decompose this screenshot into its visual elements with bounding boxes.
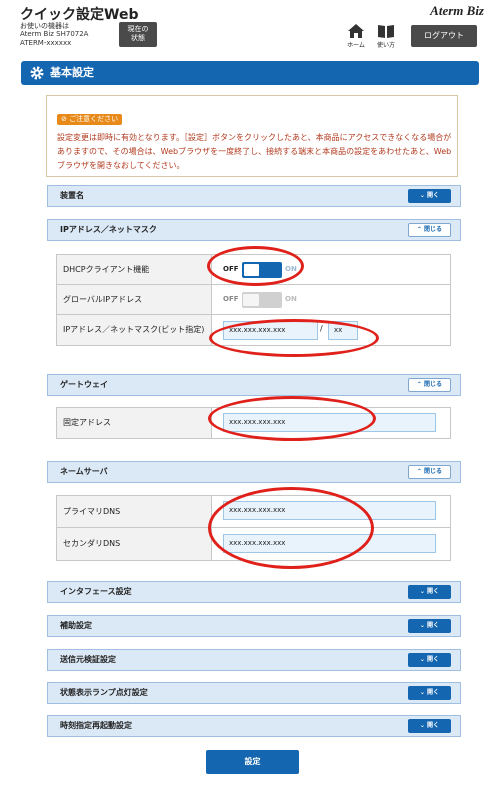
expand-button[interactable]: ⌄ 開く [408,719,451,733]
section-interface[interactable]: インタフェース設定 ⌄ 開く [47,581,461,603]
global-ip-off-label: OFF [223,295,239,303]
gear-icon [30,66,44,80]
primary-dns-row: プライマリDNS xxx.xxx.xxx.xxx [57,496,450,528]
primary-dns-label: プライマリDNS [57,496,212,527]
collapse-button[interactable]: ⌃ 閉じる [408,223,451,237]
chevron-down-icon: ⌄ [419,622,425,629]
section-device-name[interactable]: 装置名 ⌄ 開く [47,185,461,207]
section-status-lamp[interactable]: 状態表示ランプ点灯設定 ⌄ 開く [47,682,461,704]
dhcp-off-label: OFF [223,265,239,273]
notice-badge: ⊘ ご注意ください [57,114,123,125]
dhcp-label: DHCPクライアント機能 [57,255,212,284]
toggle-label: 開く [427,689,440,696]
page-title-bar: 基本設定 [21,61,479,85]
netmask-bits-input[interactable]: xx [328,321,358,340]
expand-button[interactable]: ⌄ 開く [408,653,451,667]
section-title: 送信元検証設定 [60,655,116,664]
home-button[interactable]: ホーム [344,24,368,49]
gateway-address-input[interactable]: xxx.xxx.xxx.xxx [223,413,436,432]
toggle-label: 開く [427,656,440,663]
gateway-table: 固定アドレス xxx.xxx.xxx.xxx [56,407,451,439]
toggle-label: 閉じる [424,226,443,233]
expand-button[interactable]: ⌄ 開く [408,189,451,203]
chevron-down-icon: ⌄ [419,722,425,729]
toggle-label: 閉じる [424,381,443,388]
section-title: IPアドレス／ネットマスク [60,225,157,234]
warning-icon: ⊘ [61,115,67,123]
toggle-label: 開く [427,722,440,729]
current-status-button[interactable]: 現在の 状態 [119,22,157,47]
ip-address-label: IPアドレス／ネットマスク(ビット指定) [57,315,212,345]
section-title: 補助設定 [60,621,92,630]
secondary-dns-label: セカンダリDNS [57,528,212,560]
fixed-address-label: 固定アドレス [57,408,212,438]
secondary-dns-input[interactable]: xxx.xxx.xxx.xxx [223,534,436,553]
global-ip-row: グローバルIPアドレス OFF ON [57,285,450,315]
toggle-label: 開く [427,192,440,199]
expand-button[interactable]: ⌄ 開く [408,619,451,633]
header: クイック設定Web お使いの機器は Aterm Biz SH7072A ATER… [0,0,500,58]
logout-button[interactable]: ログアウト [411,25,477,47]
global-ip-label: グローバルIPアドレス [57,285,212,314]
home-label: ホーム [347,42,365,49]
section-title: ネームサーバ [60,467,108,476]
book-icon [378,25,394,38]
toggle-label: 開く [427,588,440,595]
home-icon [348,24,364,38]
dhcp-toggle[interactable] [242,262,282,278]
section-title: 時刻指定再起動設定 [60,721,132,730]
expand-button[interactable]: ⌄ 開く [408,585,451,599]
chevron-up-icon: ⌃ [416,381,422,388]
section-title: インタフェース設定 [60,587,132,596]
section-title: 装置名 [60,191,84,200]
dhcp-row: DHCPクライアント機能 OFF ON [57,255,450,285]
ip-address-row: IPアドレス／ネットマスク(ビット指定) xxx.xxx.xxx.xxx / x… [57,315,450,345]
primary-dns-input[interactable]: xxx.xxx.xxx.xxx [223,501,436,520]
dhcp-on-label: ON [285,265,297,273]
device-model: Aterm Biz SH7072A [20,30,89,38]
chevron-down-icon: ⌄ [419,656,425,663]
notice-badge-label: ご注意ください [69,115,119,123]
section-title: 状態表示ランプ点灯設定 [60,688,148,697]
collapse-button[interactable]: ⌃ 閉じる [408,378,451,392]
section-source-verification[interactable]: 送信元検証設定 ⌄ 開く [47,649,461,671]
chevron-down-icon: ⌄ [419,689,425,696]
section-auxiliary[interactable]: 補助設定 ⌄ 開く [47,615,461,637]
collapse-button[interactable]: ⌃ 閉じる [408,465,451,479]
page-title: 基本設定 [50,66,94,79]
manual-button[interactable]: 使い方 [374,24,398,49]
device-id: ATERM-xxxxxx [20,39,72,47]
section-name-server[interactable]: ネームサーバ ⌃ 閉じる [47,461,461,483]
expand-button[interactable]: ⌄ 開く [408,686,451,700]
toggle-label: 開く [427,622,440,629]
chevron-down-icon: ⌄ [419,588,425,595]
ip-settings-table: DHCPクライアント機能 OFF ON グローバルIPアドレス OFF ON I… [56,254,451,346]
chevron-down-icon: ⌄ [419,192,425,199]
fixed-address-row: 固定アドレス xxx.xxx.xxx.xxx [57,408,450,438]
submit-button[interactable]: 設定 [206,750,299,774]
brand-logo: Aterm Biz [430,3,484,18]
section-scheduled-reboot[interactable]: 時刻指定再起動設定 ⌄ 開く [47,715,461,737]
chevron-up-icon: ⌃ [416,226,422,233]
chevron-up-icon: ⌃ [416,468,422,475]
slash-separator: / [320,324,323,333]
status-button-line1: 現在の [127,25,149,33]
section-gateway[interactable]: ゲートウェイ ⌃ 閉じる [47,374,461,396]
status-button-line2: 状態 [131,34,145,42]
dns-table: プライマリDNS xxx.xxx.xxx.xxx セカンダリDNS xxx.xx… [56,495,451,561]
secondary-dns-row: セカンダリDNS xxx.xxx.xxx.xxx [57,528,450,560]
notice-box: ⊘ ご注意ください 設定変更は即時に有効となります。［設定］ボタンをクリックした… [46,95,458,177]
global-ip-on-label: ON [285,295,297,303]
section-title: ゲートウェイ [60,380,108,389]
section-ip-address[interactable]: IPアドレス／ネットマスク ⌃ 閉じる [47,219,461,241]
manual-label: 使い方 [376,42,395,49]
toggle-label: 閉じる [424,468,443,475]
notice-text: 設定変更は即時に有効となります。［設定］ボタンをクリックしたあと、本商品にアクセ… [57,133,452,170]
ip-address-input[interactable]: xxx.xxx.xxx.xxx [223,321,318,340]
global-ip-toggle [242,292,282,308]
